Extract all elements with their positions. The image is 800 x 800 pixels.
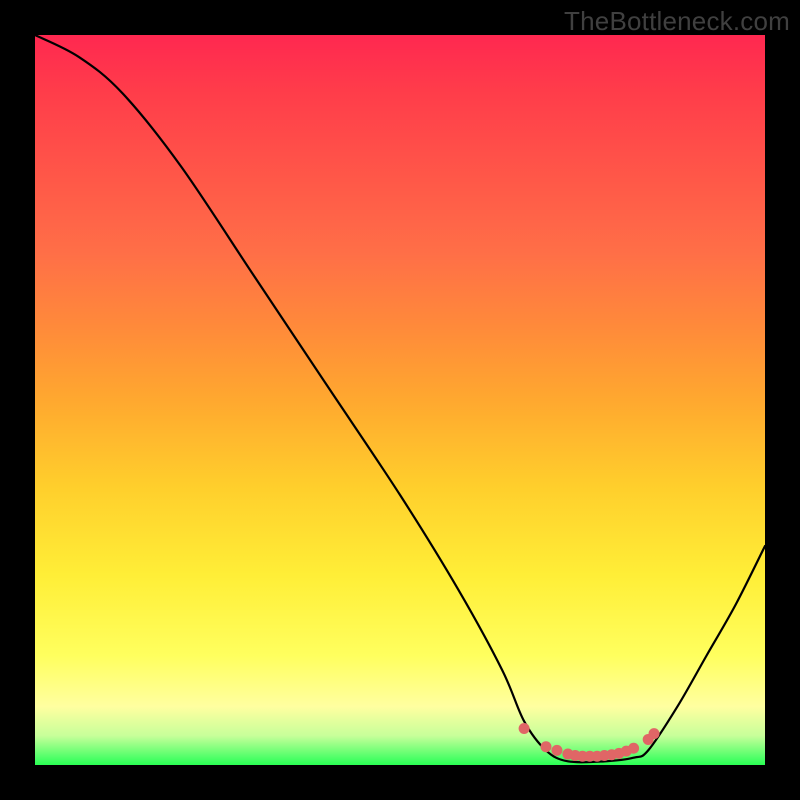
highlight-marker bbox=[649, 728, 660, 739]
highlight-marker bbox=[628, 743, 639, 754]
plot-area bbox=[35, 35, 765, 765]
highlight-marker bbox=[519, 723, 530, 734]
watermark-text: TheBottleneck.com bbox=[564, 6, 790, 37]
highlight-marker bbox=[551, 745, 562, 756]
chart-frame: TheBottleneck.com bbox=[0, 0, 800, 800]
highlight-marker bbox=[541, 741, 552, 752]
chart-svg bbox=[35, 35, 765, 765]
curve-line bbox=[35, 35, 765, 762]
